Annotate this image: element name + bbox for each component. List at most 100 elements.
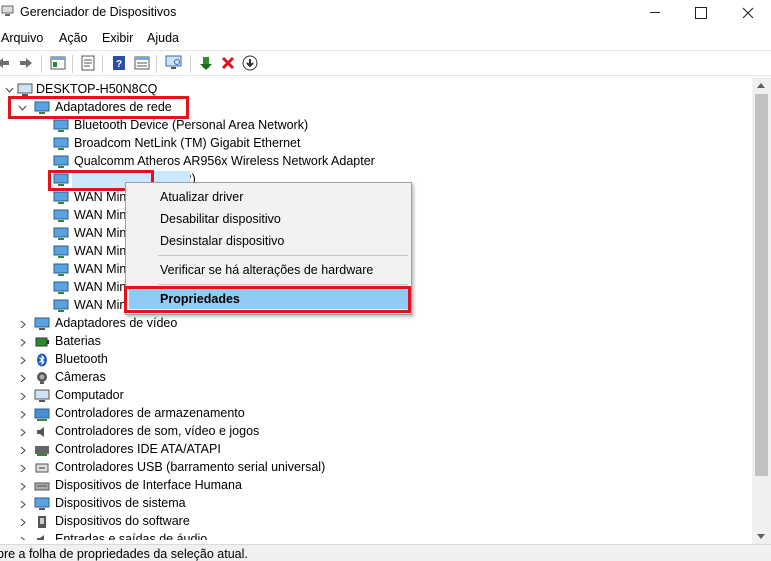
update-driver-button[interactable] [197,54,215,72]
toolbar: ? [0,50,771,76]
category-label: Dispositivos de Interface Humana [55,478,242,492]
menu-exibir[interactable]: Exibir [102,27,147,47]
expand-chevron-icon[interactable] [18,445,28,455]
usb-icon [35,463,49,473]
category-item[interactable]: Câmeras [0,369,400,387]
uninstall-device-button[interactable] [219,54,237,72]
expand-chevron-icon[interactable] [18,427,28,437]
bluetooth-icon [37,353,47,367]
view-toolbar-button[interactable] [133,54,151,72]
network-adapter-item[interactable]: Bluetooth Device (Personal Area Network) [0,117,400,135]
expand-chevron-icon[interactable] [18,517,28,527]
menu-item-disable-device[interactable]: Desabilitar dispositivo [160,212,281,226]
expand-chevron-icon[interactable] [18,337,28,347]
vertical-scrollbar[interactable] [752,78,771,544]
expand-chevron-icon[interactable] [18,373,28,383]
category-label: Câmeras [55,370,106,384]
network-adapter-item[interactable]: Qualcomm Atheros AR956x Wireless Network… [0,153,400,171]
computer-icon [17,83,33,96]
back-button[interactable] [0,54,12,72]
scan-hardware-button[interactable] [165,54,183,72]
category-item[interactable]: Controladores de armazenamento [0,405,400,423]
help-icon: ? [113,56,125,70]
scrollbar-thumb[interactable] [755,94,768,476]
category-label: Controladores de som, vídeo e jogos [55,424,260,438]
network-adapter-icon [53,299,69,312]
expand-chevron-icon[interactable] [18,391,28,401]
category-label: Controladores de armazenamento [55,406,245,420]
properties-sheet-icon [81,55,95,71]
network-adapter-label: WAN Min [74,280,127,294]
category-item[interactable]: Controladores de som, vídeo e jogos [0,423,400,441]
minimize-button[interactable] [632,0,678,25]
download-circle-icon [242,55,258,71]
expand-chevron-icon[interactable] [18,409,28,419]
category-item[interactable]: Dispositivos de sistema [0,495,400,513]
forward-button[interactable] [17,54,35,72]
network-adapter-icon [53,227,69,240]
category-item[interactable]: Baterias [0,333,400,351]
storage-controller-icon [34,408,50,421]
device-manager-icon [1,5,14,16]
hid-icon [34,482,50,491]
category-item[interactable]: Computador [0,387,400,405]
maximize-button[interactable] [678,0,724,25]
category-item[interactable]: Adaptadores de vídeo [0,315,400,333]
system-device-icon [34,497,50,510]
red-x-icon [221,56,235,70]
window-title: Gerenciador de Dispositivos [20,5,177,19]
properties-toolbar-button[interactable] [79,54,97,72]
category-item[interactable]: Controladores USB (barramento serial uni… [0,459,400,477]
expand-chevron-icon[interactable] [18,463,28,473]
help-toolbar-button[interactable]: ? [110,54,128,72]
close-button[interactable] [725,0,771,25]
category-label: Controladores USB (barramento serial uni… [55,460,326,474]
display-adapter-icon [34,317,50,330]
category-label: Entradas e saídas de áudio [55,532,208,540]
category-item[interactable]: Entradas e saídas de áudio [0,531,400,540]
monitor-scan-icon [165,55,182,69]
view-list-icon [134,56,150,70]
status-bar: bre a folha de propriedades da seleção a… [0,544,771,561]
title-bar: Gerenciador de Dispositivos [0,0,771,25]
expand-chevron-icon[interactable] [18,499,28,509]
category-item[interactable]: Controladores IDE ATA/ATAPI [0,441,400,459]
category-label: Computador [55,388,124,402]
menu-acao[interactable]: Ação [59,27,102,47]
menu-item-update-driver[interactable]: Atualizar driver [160,190,243,204]
expand-chevron-icon[interactable] [18,355,28,365]
battery-icon [35,337,49,347]
svg-text:?: ? [116,59,122,70]
software-device-icon [38,516,46,528]
expand-chevron-icon[interactable] [18,319,28,329]
collapse-chevron-icon[interactable] [4,85,14,95]
network-adapter-item[interactable]: Broadcom NetLink (TM) Gigabit Ethernet [0,135,400,153]
menu-item-scan-hardware[interactable]: Verificar se há alterações de hardware [160,263,373,277]
expand-chevron-icon[interactable] [18,535,28,540]
expand-chevron-icon[interactable] [18,481,28,491]
menu-ajuda[interactable]: Ajuda [147,27,197,47]
menu-arquivo[interactable]: Arquivo [1,27,59,47]
scroll-down-arrow-icon[interactable] [757,534,765,539]
category-item[interactable]: Bluetooth [0,351,400,369]
console-tree-icon [50,56,66,70]
network-adapter-icon [53,137,69,150]
category-label: Bluetooth [55,352,108,366]
scroll-up-arrow-icon[interactable] [757,83,765,88]
sound-icon [37,427,44,437]
toolbar-separator [156,55,157,73]
menu-separator [158,284,408,285]
menu-item-uninstall-device[interactable]: Desinstalar dispositivo [160,234,284,248]
network-adapter-label: Broadcom NetLink (TM) Gigabit Ethernet [74,136,301,150]
show-hide-console-tree-button[interactable] [49,54,67,72]
disable-device-button[interactable] [241,54,259,72]
ide-controller-icon [35,446,49,456]
category-label: Dispositivos de sistema [55,496,186,510]
category-item[interactable]: Dispositivos do software [0,513,400,531]
category-item[interactable]: Dispositivos de Interface Humana [0,477,400,495]
network-adapter-icon [53,209,69,222]
computer-icon [34,389,50,402]
category-label: Controladores IDE ATA/ATAPI [55,442,221,456]
network-adapter-label: WAN Min [74,262,127,276]
category-label: Dispositivos do software [55,514,190,528]
